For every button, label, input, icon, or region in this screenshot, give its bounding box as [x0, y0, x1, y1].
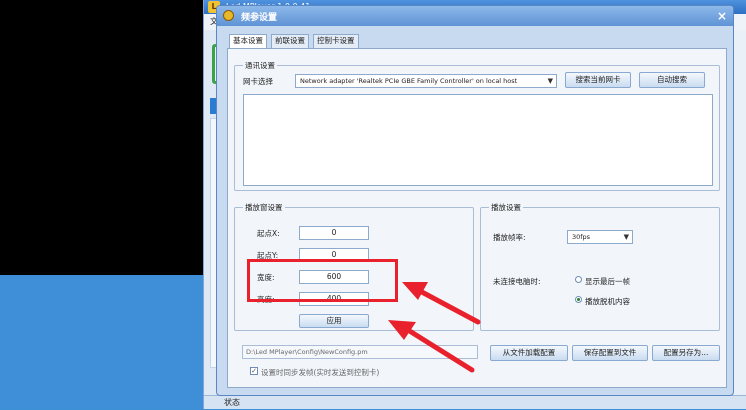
arrow-to-apply-button: [388, 320, 475, 373]
arrow-to-size-fields: [402, 282, 481, 325]
annotation-arrows: [388, 282, 481, 373]
